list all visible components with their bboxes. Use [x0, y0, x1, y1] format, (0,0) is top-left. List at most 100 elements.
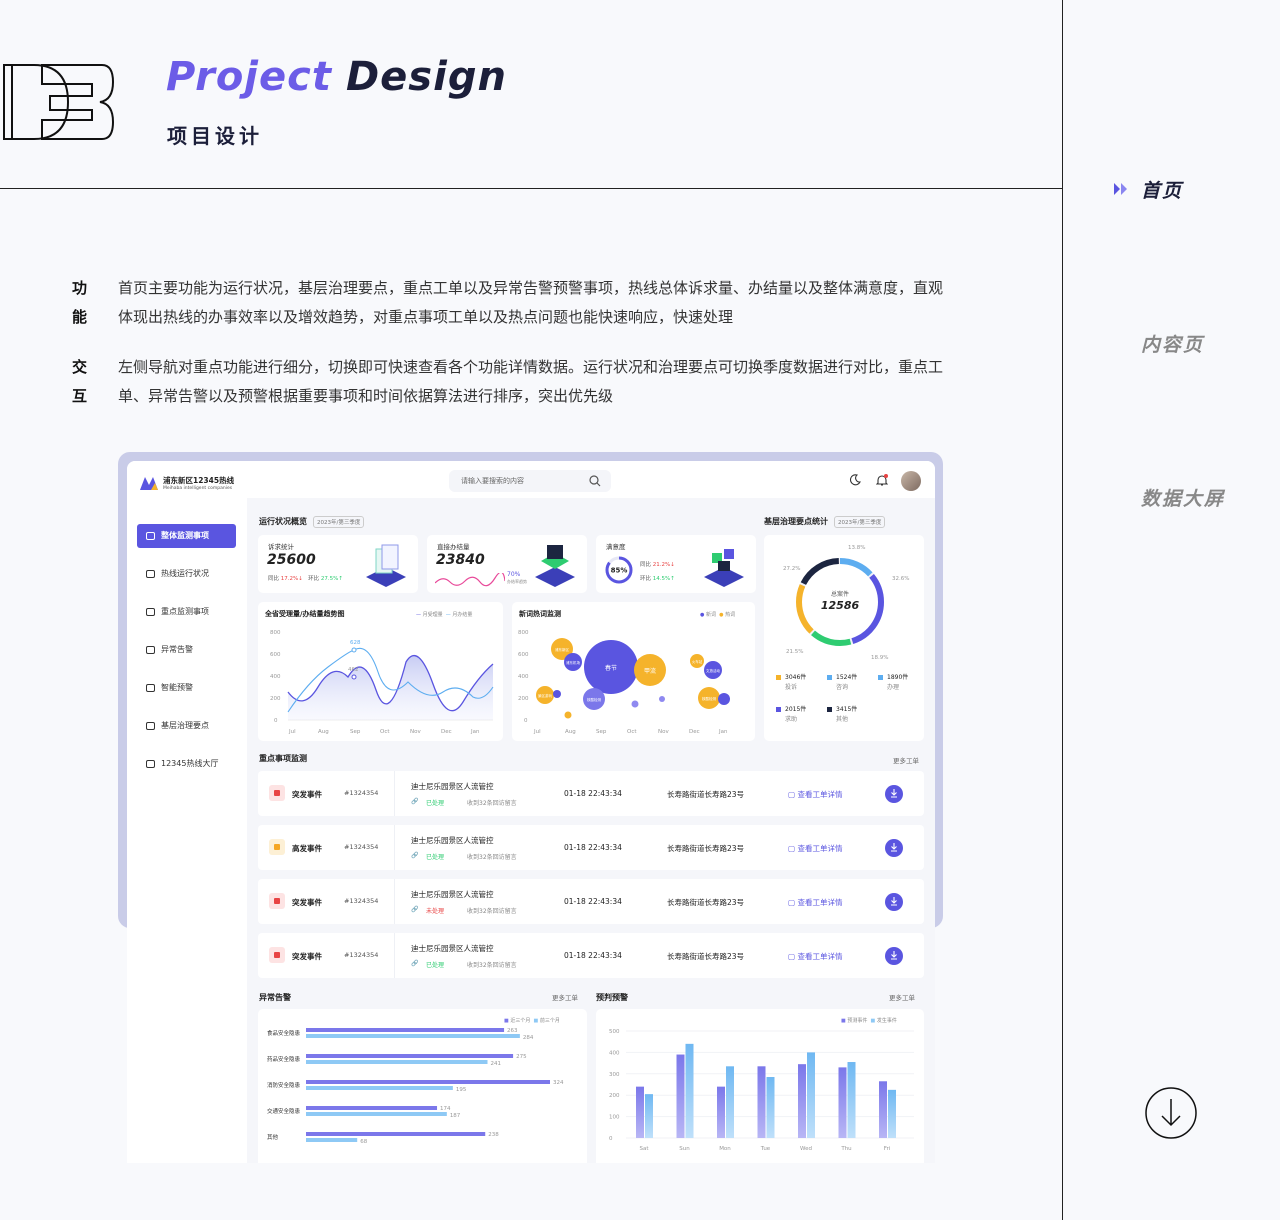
forecast-title: 预判预警: [596, 993, 628, 1002]
logo-mark-icon: [140, 477, 158, 490]
files-illustration-icon: [366, 544, 406, 587]
nav-alerts[interactable]: 异常告警: [137, 638, 236, 662]
alerts-value-recent: 275: [516, 1054, 527, 1060]
event-type: 高发事件: [292, 844, 322, 853]
forecast-bar-predicted: [879, 1081, 887, 1138]
forecast-y-tick: 500: [609, 1029, 620, 1035]
svg-text:Sep: Sep: [350, 729, 361, 735]
svg-text:核酸检测: 核酸检测: [587, 697, 601, 702]
quarter-select[interactable]: 2023年/第三季度: [313, 516, 365, 528]
svg-text:600: 600: [518, 652, 529, 658]
governance-quarter-select[interactable]: 2023年/第三季度: [834, 516, 886, 528]
alerts-bar-previous: [306, 1060, 488, 1064]
view-detail-link[interactable]: ▢ 查看工单详情: [788, 897, 842, 908]
download-icon: [891, 789, 897, 798]
download-button[interactable]: [885, 785, 903, 803]
table-row[interactable]: 突发事件 #1324354 迪士尼乐园景区人流管控 🔗 未处理 收到32条回访留言 01-1…: [258, 879, 924, 924]
svg-text:甲流: 甲流: [644, 667, 656, 675]
svg-text:27.2%: 27.2%: [783, 566, 800, 572]
hotword-bubble-chart: 800 600 400 200 0 浦东新区 浦东机场 春节 甲流 核酸检测 景…: [518, 630, 730, 735]
stat-card-requests: 诉求统计 25600 同比 17.2%↓ 环比 27.5%↑: [258, 535, 418, 593]
view-detail-link[interactable]: ▢ 查看工单详情: [788, 843, 842, 854]
svg-text:Nov: Nov: [658, 729, 669, 735]
event-status: 未处理: [426, 908, 445, 915]
alerts-category-label: 药品安全隐患: [267, 1055, 301, 1063]
nav-overall-monitor[interactable]: 整体监测事项: [137, 524, 236, 548]
forecast-bar-predicted: [757, 1066, 766, 1138]
download-button[interactable]: [885, 839, 903, 857]
svg-text:景区游玩: 景区游玩: [538, 693, 552, 698]
overview-title: 运行状况概览 2023年/第三季度: [259, 516, 365, 528]
table-row[interactable]: 突发事件 #1324354 迪士尼乐园景区人流管控 🔗 已处理 收到32条回访留言 01-1…: [258, 771, 924, 816]
svg-text:32.6%: 32.6%: [892, 576, 909, 582]
search-icon[interactable]: [589, 475, 601, 487]
svg-text:628: 628: [350, 640, 361, 646]
trend-sparkline-icon: [435, 573, 505, 587]
search-input[interactable]: 请输入要搜索的内容: [449, 470, 611, 492]
nav-key-monitor[interactable]: 重点监测事项: [137, 600, 236, 624]
alert-icon: [146, 646, 155, 654]
nav-hotline-status[interactable]: 热线运行状况: [137, 562, 236, 586]
page: Project Design 项目设计 首页 内容页 数据大屏 功能 首页主要功能…: [0, 0, 1280, 1220]
svg-text:200: 200: [518, 696, 529, 702]
forecast-x-tick: Thu: [840, 1146, 851, 1152]
event-status: 已处理: [426, 854, 445, 861]
nav-governance[interactable]: 基层治理要点: [137, 714, 236, 738]
forecast-bar-actual: [807, 1052, 815, 1138]
table-row[interactable]: 突发事件 #1324354 迪士尼乐园景区人流管控 🔗 已处理 收到32条回访留言 01-1…: [258, 933, 924, 978]
svg-text:Jul: Jul: [533, 729, 541, 735]
app-screen: 浦东新区12345热线 Meihaba intelligent companie…: [127, 461, 935, 1163]
table-row[interactable]: 高发事件 #1324354 迪士尼乐园景区人流管控 🔗 已处理 收到32条回访留言 01-1…: [258, 825, 924, 870]
right-nav-home[interactable]: 首页: [1141, 176, 1183, 203]
avatar[interactable]: [901, 471, 921, 491]
svg-text:Dec: Dec: [441, 729, 452, 735]
svg-text:Aug: Aug: [565, 729, 576, 735]
key-monitor-more-link[interactable]: 更多工单: [893, 755, 919, 765]
alerts-category-label: 食品安全隐患: [267, 1029, 301, 1037]
download-button[interactable]: [885, 947, 903, 965]
nav-hotline-hall[interactable]: 12345热线大厅: [137, 752, 236, 776]
svg-text:总案件: 总案件: [831, 590, 849, 598]
svg-text:600: 600: [270, 652, 281, 658]
forecast-x-tick: Mon: [719, 1146, 731, 1152]
forecast-bar-predicted: [838, 1067, 847, 1138]
stat-card-closed: 直接办结量 23840 70% 办结率趋势: [427, 535, 587, 593]
building-icon: [146, 760, 155, 768]
forecast-y-tick: 0: [609, 1136, 613, 1142]
forecast-bar-actual: [847, 1062, 856, 1138]
bell-icon[interactable]: [876, 474, 888, 487]
governance-title: 基层治理要点统计 2023年/第三季度: [764, 516, 886, 528]
alerts-value-previous: 241: [490, 1061, 501, 1067]
svg-text:Dec: Dec: [689, 729, 700, 735]
svg-text:Sep: Sep: [596, 729, 607, 735]
right-nav-content[interactable]: 内容页: [1141, 330, 1204, 357]
forecast-x-tick: Sun: [679, 1146, 690, 1152]
forecast-more-link[interactable]: 更多工单: [889, 992, 915, 1002]
alerts-value-previous: 68: [360, 1139, 367, 1145]
download-button[interactable]: [885, 893, 903, 911]
download-icon: [891, 951, 897, 960]
forecast-bar-actual: [888, 1089, 896, 1138]
view-detail-link[interactable]: ▢ 查看工单详情: [788, 951, 842, 962]
right-nav-dashboard[interactable]: 数据大屏: [1141, 484, 1225, 511]
forecast-bar-chart: 500 400 300 200 100 0 Sat Sun Mon Tue Wed Thu Fri: [609, 1029, 914, 1152]
scroll-down-icon[interactable]: [1145, 1087, 1197, 1139]
forecast-x-tick: Fri: [884, 1146, 891, 1152]
moon-icon[interactable]: [849, 474, 861, 486]
nav-smart-warning[interactable]: 智能预警: [137, 676, 236, 700]
event-subject: 迪士尼乐园景区人流管控: [411, 890, 494, 899]
alerts-more-link[interactable]: 更多工单: [552, 992, 578, 1002]
svg-text:800: 800: [518, 630, 529, 636]
alerts-bar-previous: [306, 1034, 520, 1038]
view-detail-link[interactable]: ▢ 查看工单详情: [788, 789, 842, 800]
cube-illustration-icon: [704, 549, 744, 587]
event-type: 突发事件: [292, 790, 322, 799]
alerts-bar-chart: 食品安全隐患 263 284 药品安全隐患 275 241 消防安全隐患 324 195 交通安全…: [267, 1028, 564, 1145]
forecast-y-tick: 100: [609, 1115, 620, 1121]
forecast-bar-actual: [726, 1066, 734, 1138]
svg-text:Jul: Jul: [288, 729, 296, 735]
event-time: 01-18 22:43:34: [564, 897, 622, 906]
event-id: #1324354: [344, 789, 379, 797]
satisfaction-gauge: 85%: [605, 556, 633, 584]
alerts-bar-previous: [306, 1086, 453, 1090]
